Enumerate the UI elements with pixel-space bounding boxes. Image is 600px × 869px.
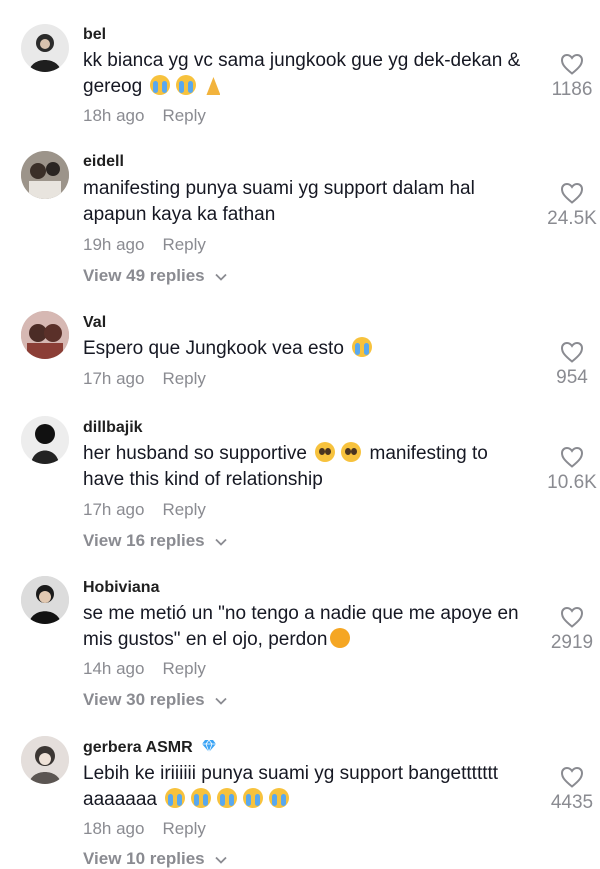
crying-face-icon bbox=[352, 337, 373, 357]
like-button[interactable]: 954 bbox=[537, 341, 600, 389]
comment-text-body: manifesting punya suami yg support dalam… bbox=[83, 178, 475, 225]
view-replies-button[interactable]: View 16 replies bbox=[83, 531, 227, 551]
view-replies-label: View 10 replies bbox=[83, 849, 205, 868]
crying-face-icon bbox=[165, 788, 186, 808]
comment-text-body: se me metió un "no tengo a nadie que me … bbox=[83, 603, 519, 650]
like-count: 4435 bbox=[550, 792, 594, 813]
like-button[interactable]: 4435 bbox=[537, 766, 600, 814]
comment-text-body: Lebih ke iriiiiii punya suami yg support… bbox=[83, 763, 499, 810]
comment-text: Lebih ke iriiiiii punya suami yg support… bbox=[83, 761, 533, 813]
like-button[interactable]: 2919 bbox=[537, 606, 600, 654]
chevron-down-icon bbox=[215, 856, 227, 864]
avatar[interactable] bbox=[21, 576, 69, 624]
like-button[interactable]: 1186 bbox=[537, 53, 600, 101]
comment-username[interactable]: gerbera ASMR bbox=[83, 739, 217, 757]
view-replies-button[interactable]: View 30 replies bbox=[83, 690, 227, 710]
view-replies-button[interactable]: View 49 replies bbox=[83, 266, 227, 286]
avatar[interactable] bbox=[21, 151, 69, 199]
comment-username[interactable]: eidell bbox=[83, 153, 124, 171]
avatar[interactable] bbox=[21, 311, 69, 359]
reply-button[interactable]: Reply bbox=[162, 500, 205, 519]
heart-outline-icon bbox=[560, 606, 584, 628]
comment-username[interactable]: bel bbox=[83, 26, 106, 44]
comment-meta: 19h ago Reply bbox=[83, 235, 206, 255]
comment-meta: 18h ago Reply bbox=[83, 819, 206, 839]
reply-button[interactable]: Reply bbox=[162, 659, 205, 678]
like-button[interactable]: 10.6K bbox=[537, 446, 600, 494]
reply-button[interactable]: Reply bbox=[162, 819, 205, 838]
reply-button[interactable]: Reply bbox=[162, 106, 205, 125]
crying-face-icon bbox=[150, 75, 171, 95]
pleading-face-icon bbox=[341, 442, 362, 462]
crying-face-icon bbox=[176, 75, 197, 95]
like-count: 24.5K bbox=[547, 208, 597, 229]
comment-time: 14h ago bbox=[83, 659, 145, 678]
crying-face-icon bbox=[269, 788, 290, 808]
comment-meta: 14h ago Reply bbox=[83, 659, 206, 679]
comment-text-body: kk bianca yg vc sama jungkook gue yg dek… bbox=[83, 50, 521, 97]
view-replies-button[interactable]: View 10 replies bbox=[83, 849, 227, 869]
reply-button[interactable]: Reply bbox=[162, 235, 205, 254]
diamond-icon bbox=[202, 739, 217, 753]
chevron-down-icon bbox=[215, 273, 227, 281]
like-button[interactable]: 24.5K bbox=[537, 182, 600, 230]
chevron-down-icon bbox=[215, 697, 227, 705]
comment-time: 17h ago bbox=[83, 369, 145, 388]
comment-time: 17h ago bbox=[83, 500, 145, 519]
comment-text-body: her husband so supportive bbox=[83, 443, 307, 464]
comment-text: manifesting punya suami yg support dalam… bbox=[83, 176, 533, 228]
reply-button[interactable]: Reply bbox=[162, 369, 205, 388]
comment-text: kk bianca yg vc sama jungkook gue yg dek… bbox=[83, 48, 533, 100]
heart-outline-icon bbox=[560, 446, 584, 468]
comment-text: her husband so supportive manifesting to… bbox=[83, 441, 533, 493]
pleading-face-icon bbox=[315, 442, 336, 462]
like-count: 2919 bbox=[550, 632, 594, 653]
avatar[interactable] bbox=[21, 24, 69, 72]
avatar[interactable] bbox=[21, 416, 69, 464]
view-replies-label: View 16 replies bbox=[83, 531, 205, 550]
like-count: 1186 bbox=[551, 79, 593, 100]
view-replies-label: View 49 replies bbox=[83, 266, 205, 285]
heart-outline-icon bbox=[560, 341, 584, 363]
comment-username[interactable]: Hobiviana bbox=[83, 579, 159, 597]
heart-outline-icon bbox=[560, 53, 584, 75]
comment-meta: 17h ago Reply bbox=[83, 369, 206, 389]
crying-face-icon bbox=[191, 788, 212, 808]
heart-outline-icon bbox=[560, 182, 584, 204]
comment-time: 18h ago bbox=[83, 106, 145, 125]
comment-meta: 18h ago Reply bbox=[83, 106, 206, 126]
like-count: 10.6K bbox=[547, 472, 597, 493]
comment-time: 18h ago bbox=[83, 819, 145, 838]
comment-username[interactable]: Val bbox=[83, 314, 106, 332]
comment-time: 19h ago bbox=[83, 235, 145, 254]
like-count: 954 bbox=[556, 367, 588, 388]
username-label: gerbera ASMR bbox=[83, 739, 193, 756]
chevron-down-icon bbox=[215, 538, 227, 546]
avatar[interactable] bbox=[21, 736, 69, 784]
crying-face-icon bbox=[243, 788, 264, 808]
crying-face-icon bbox=[217, 788, 238, 808]
comment-meta: 17h ago Reply bbox=[83, 500, 206, 520]
view-replies-label: View 30 replies bbox=[83, 690, 205, 709]
comment-username[interactable]: dillbajik bbox=[83, 419, 143, 437]
comment-text-body: Espero que Jungkook vea esto bbox=[83, 338, 344, 359]
comment-text: se me metió un "no tengo a nadie que me … bbox=[83, 601, 533, 653]
heart-outline-icon bbox=[560, 766, 584, 788]
folded-hands-icon bbox=[202, 75, 224, 95]
relieved-face-icon bbox=[330, 628, 351, 648]
comment-text: Espero que Jungkook vea esto bbox=[83, 336, 533, 362]
